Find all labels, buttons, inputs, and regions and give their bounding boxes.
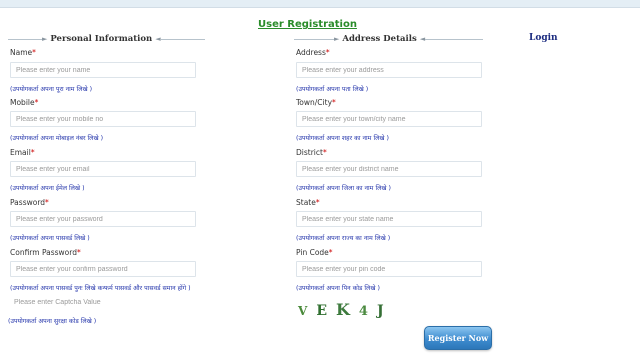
address-section-title: Address Details: [342, 34, 417, 44]
header-divider: [8, 38, 42, 40]
captcha-char: 4: [358, 304, 368, 319]
mobile-label: Mobile*: [10, 98, 39, 107]
address-label: Address*: [296, 48, 330, 57]
login-link[interactable]: Login: [529, 33, 558, 43]
town-city-input[interactable]: [296, 111, 482, 127]
confirm-password-hint: (उपयोगकर्ता अपना पासवर्ड पुनः लिखे कन्फर…: [10, 285, 191, 292]
captcha-hint: (उपयोगकर्ता अपना सुरक्षा कोड लिखे ): [8, 318, 97, 325]
header-divider: [294, 38, 334, 40]
personal-section-header: ► Personal Information ◄: [8, 33, 214, 45]
captcha-image: V E K 4 J: [298, 300, 393, 319]
email-input[interactable]: [10, 161, 196, 177]
address-section-header: ► Address Details ◄: [294, 33, 500, 45]
pin-code-label: Pin Code*: [296, 248, 333, 257]
state-hint: (उपयोगकर्ता अपना राज्य का नाम लिखे ): [296, 235, 391, 242]
name-input[interactable]: [10, 62, 196, 78]
email-hint: (उपयोगकर्ता अपना ईमेल लिखे ): [10, 185, 85, 192]
pin-code-input[interactable]: [296, 261, 482, 277]
name-hint: (उपयोगकर्ता अपना पूरा नाम लिखे ): [10, 86, 93, 93]
confirm-password-input[interactable]: [10, 261, 196, 277]
address-hint: (उपयोगकर्ता अपना पता लिखे ): [296, 86, 369, 93]
page-title: User Registration: [258, 19, 357, 30]
district-input[interactable]: [296, 161, 482, 177]
register-now-button[interactable]: Register Now: [424, 326, 492, 350]
top-bar: [0, 0, 640, 8]
district-label: District*: [296, 148, 327, 157]
town-city-label: Town/City*: [296, 98, 336, 107]
captcha-char: E: [316, 303, 327, 319]
captcha-input[interactable]: [8, 294, 194, 310]
personal-section-title: Personal Information: [50, 34, 153, 44]
captcha-char: K: [335, 300, 350, 319]
password-label: Password*: [10, 198, 49, 207]
captcha-char: J: [376, 303, 384, 319]
state-input[interactable]: [296, 211, 482, 227]
address-input[interactable]: [296, 62, 482, 78]
password-hint: (उपयोगकर्ता अपना पासवर्ड लिखे ): [10, 235, 90, 242]
state-label: State*: [296, 198, 320, 207]
confirm-password-label: Confirm Password*: [10, 248, 81, 257]
name-label: Name*: [10, 48, 36, 57]
email-label: Email*: [10, 148, 35, 157]
town-city-hint: (उपयोगकर्ता अपना शहर का नाम लिखे ): [296, 135, 389, 142]
mobile-input[interactable]: [10, 111, 196, 127]
header-divider: [425, 38, 484, 40]
pin-code-hint: (उपयोगकर्ता अपना पिन कोड लिखे ): [296, 285, 380, 292]
captcha-char: V: [298, 304, 308, 318]
mobile-hint: (उपयोगकर्ता अपना मोबाइल नंबर लिखे ): [10, 135, 104, 142]
district-hint: (उपयोगकर्ता अपना जिला का नाम लिखे ): [296, 185, 391, 192]
password-input[interactable]: [10, 211, 196, 227]
header-divider: [160, 38, 205, 40]
